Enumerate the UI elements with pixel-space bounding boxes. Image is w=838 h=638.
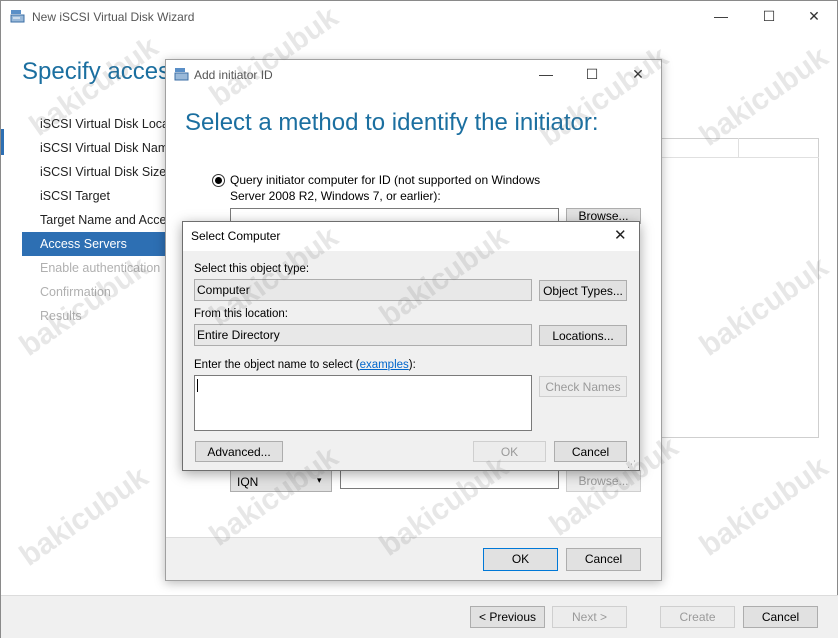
nav-item-disk-size[interactable]: iSCSI Virtual Disk Size	[22, 160, 166, 184]
radio-selected-dot	[215, 177, 222, 184]
minimize-button[interactable]: —	[711, 8, 731, 24]
maximize-button[interactable]: ☐	[759, 8, 779, 24]
nav-item-confirmation: Confirmation	[40, 285, 111, 299]
select-computer-title: Select Computer	[191, 229, 281, 243]
check-names-button: Check Names	[539, 376, 627, 397]
create-button: Create	[660, 606, 735, 628]
resize-grip-icon[interactable]: ⋰	[627, 459, 636, 470]
browse-bottom-button: Browse...	[566, 470, 641, 492]
column-divider	[738, 138, 739, 158]
advanced-button[interactable]: Advanced...	[195, 441, 283, 462]
next-button: Next >	[552, 606, 627, 628]
nav-item-authentication: Enable authentication	[40, 261, 161, 275]
add-ok-button[interactable]: OK	[483, 548, 558, 571]
close-button[interactable]: ✕	[614, 226, 627, 244]
nav-item-disk-location[interactable]: iSCSI Virtual Disk Locat	[22, 112, 166, 136]
iscsi-disk-icon	[10, 9, 25, 23]
location-label: From this location:	[194, 308, 288, 320]
select-computer-dialog	[182, 221, 640, 471]
chevron-down-icon: ▾	[317, 475, 322, 485]
dialog-heading: Select a method to identify the initiato…	[185, 109, 599, 136]
maximize-button[interactable]: ☐	[582, 66, 602, 82]
nav-item-results: Results	[40, 309, 82, 323]
location-field: Entire Directory	[194, 324, 532, 346]
initiator-value-input[interactable]	[340, 470, 559, 489]
nav-item-iscsi-target[interactable]: iSCSI Target	[22, 184, 166, 208]
examples-link[interactable]: examples	[360, 359, 409, 371]
accent-strip	[1, 129, 4, 155]
access-list-table[interactable]	[661, 138, 819, 438]
object-type-field: Computer	[194, 279, 532, 301]
access-list-header	[661, 138, 819, 158]
object-name-label-post: ):	[408, 359, 416, 371]
nav-item-access-servers[interactable]: Access Servers	[22, 232, 166, 256]
select-cancel-button[interactable]: Cancel	[554, 441, 627, 462]
object-name-label-pre: Enter the object name to select (	[194, 359, 360, 371]
close-button[interactable]: ✕	[804, 8, 824, 24]
previous-button[interactable]: < Previous	[470, 606, 545, 628]
object-name-textarea[interactable]	[194, 375, 532, 431]
window-title: New iSCSI Virtual Disk Wizard	[32, 10, 195, 24]
initiator-type-value: IQN	[237, 475, 259, 489]
page-title: Specify access	[22, 58, 183, 85]
object-name-label: Enter the object name to select (example…	[194, 359, 416, 371]
iscsi-disk-icon	[174, 67, 189, 81]
nav-item-disk-name[interactable]: iSCSI Virtual Disk Name	[22, 136, 166, 160]
wizard-cancel-button[interactable]: Cancel	[743, 606, 818, 628]
minimize-button[interactable]: —	[536, 66, 556, 82]
query-initiator-radio[interactable]	[212, 174, 225, 187]
nav-item-target-name[interactable]: Target Name and Acce	[22, 208, 166, 232]
dialog-title: Add initiator ID	[194, 68, 273, 82]
query-initiator-label: Query initiator computer for ID (not sup…	[230, 173, 541, 203]
select-ok-button: OK	[473, 441, 546, 462]
initiator-type-select[interactable]: IQN ▾	[230, 470, 332, 492]
object-types-button[interactable]: Object Types...	[539, 280, 627, 301]
text-cursor	[197, 379, 198, 392]
locations-button[interactable]: Locations...	[539, 325, 627, 346]
close-button[interactable]: ✕	[628, 66, 648, 82]
object-type-label: Select this object type:	[194, 263, 310, 275]
add-cancel-button[interactable]: Cancel	[566, 548, 641, 571]
